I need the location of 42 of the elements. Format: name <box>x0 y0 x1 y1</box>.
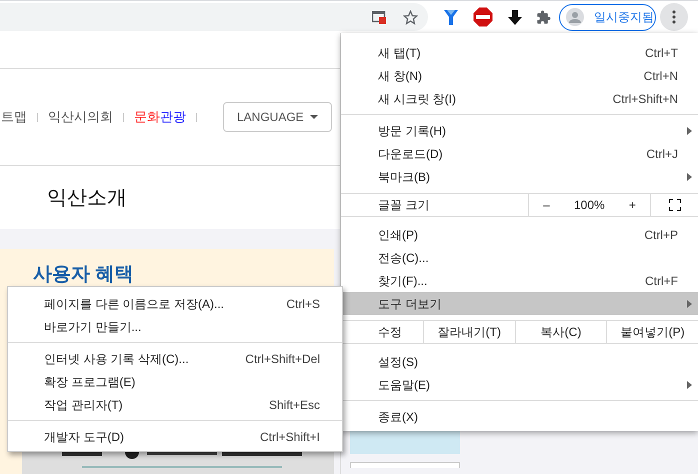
menu-item[interactable]: 개발자 도구(D) Ctrl+Shift+I <box>8 425 342 448</box>
nav-link[interactable]: 문화관광 <box>134 107 186 127</box>
menu-item[interactable]: 인터넷 사용 기록 삭제(C)... Ctrl+Shift+Del <box>8 347 342 370</box>
adblock-icon[interactable] <box>472 6 494 28</box>
menu-item[interactable]: 북마크(B) <box>341 165 698 188</box>
nav-link[interactable]: 익산시의회 <box>48 107 113 127</box>
zoom-in-button[interactable]: + <box>624 196 640 214</box>
menu-label: 수정 <box>377 324 403 341</box>
fullscreen-icon[interactable] <box>668 199 680 211</box>
funnel-icon[interactable] <box>444 10 458 24</box>
language-dropdown[interactable]: LANGUAGE <box>223 102 332 132</box>
avatar-icon <box>566 8 584 26</box>
menu-item[interactable]: 다운로드(D) Ctrl+J <box>341 142 698 165</box>
more-icon <box>672 10 676 24</box>
profile-button[interactable]: 일시중지됨 <box>559 4 656 30</box>
down-arrow-icon[interactable] <box>508 10 522 24</box>
menu-label: 글꼴 크기 <box>377 197 430 214</box>
menu-item[interactable]: 도구 더보기 <box>341 292 698 315</box>
edit-button[interactable]: 복사(C) <box>514 321 606 343</box>
benefit-title: 사용자 혜택 <box>33 263 134 287</box>
zoom-level: 100% <box>574 197 605 214</box>
edit-button[interactable]: 붙여넣기(P) <box>606 321 698 343</box>
menu-item[interactable]: 바로가기 만들기... <box>8 315 342 338</box>
zoom-out-button[interactable]: – <box>539 196 554 214</box>
menu-item[interactable]: 새 탭(T) Ctrl+T <box>341 41 698 64</box>
section-title: 익산소개 <box>47 186 127 210</box>
menu-item[interactable]: 방문 기록(H) <box>341 119 698 142</box>
edit-button[interactable]: 잘라내기(T) <box>423 321 515 343</box>
menu-item[interactable]: 확장 프로그램(E) <box>8 370 342 393</box>
menu-item[interactable]: 작업 관리자(T) Shift+Esc <box>8 393 342 416</box>
menu-item[interactable]: 새 창(N) Ctrl+N <box>341 64 698 87</box>
puzzle-icon[interactable] <box>536 10 551 24</box>
star-icon[interactable] <box>403 10 418 24</box>
menu-item[interactable]: 인쇄(P) Ctrl+P <box>341 223 698 246</box>
menu-item[interactable]: 전송(C)... <box>341 246 698 269</box>
menu-item[interactable]: 찾기(F)... Ctrl+F <box>341 269 698 292</box>
tab-closed-icon[interactable] <box>372 10 386 24</box>
caret-icon <box>310 115 318 119</box>
menu-button[interactable] <box>660 3 688 31</box>
menu-item[interactable]: 새 시크릿 창(I) Ctrl+Shift+N <box>341 87 698 110</box>
menu-item[interactable]: 페이지를 다른 이름으로 저장(A)... Ctrl+S <box>8 292 342 315</box>
nav-link[interactable]: 트맵 <box>1 107 27 127</box>
